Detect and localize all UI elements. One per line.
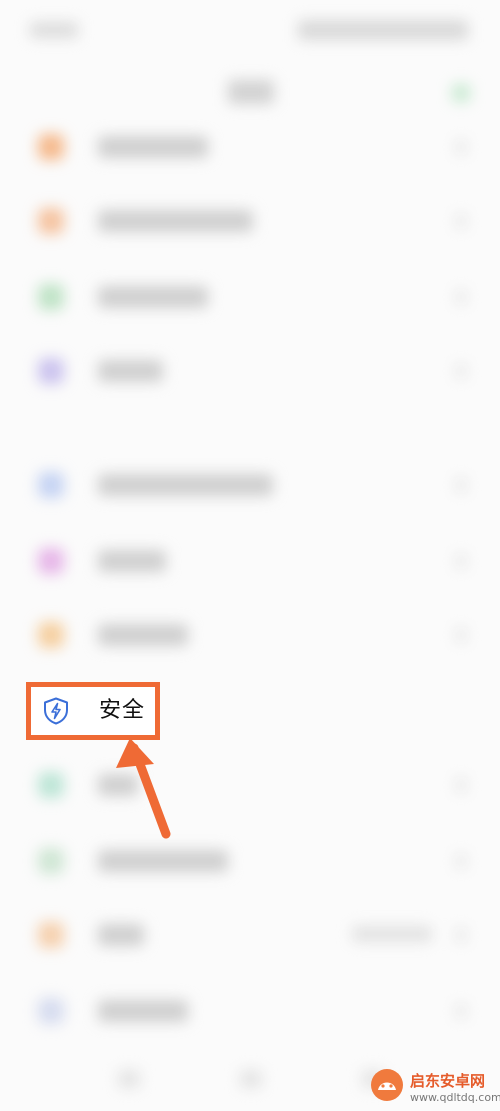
- settings-row-label: [98, 1000, 188, 1022]
- settings-row[interactable]: [0, 904, 500, 964]
- chevron-right-icon: [456, 290, 466, 304]
- settings-row-label: [98, 550, 166, 572]
- settings-row-label: [98, 286, 208, 308]
- settings-row-icon: [38, 134, 64, 160]
- watermark-title: 启东安卓网: [410, 1072, 486, 1090]
- settings-row-label: [98, 360, 163, 382]
- settings-row-label: [98, 136, 208, 158]
- status-bar-icons: [298, 20, 468, 40]
- settings-row-icon: [38, 208, 64, 234]
- settings-row-icon: [38, 472, 64, 498]
- chevron-right-icon: [456, 140, 466, 154]
- settings-row-label: [98, 474, 273, 496]
- settings-row-icon: [38, 848, 64, 874]
- settings-row-icon: [38, 358, 64, 384]
- chevron-right-icon: [456, 364, 466, 378]
- chevron-right-icon: [456, 214, 466, 228]
- settings-row[interactable]: [0, 604, 500, 664]
- settings-row[interactable]: [0, 340, 500, 400]
- chevron-right-icon: [456, 1004, 466, 1018]
- settings-row[interactable]: [0, 530, 500, 590]
- settings-row-value: [352, 926, 432, 942]
- nav-home-button[interactable]: [240, 1070, 262, 1088]
- nav-menu-button[interactable]: [118, 1070, 140, 1088]
- watermark: 启东安卓网 www.qdltdq.com: [370, 1066, 500, 1111]
- settings-row-icon: [38, 922, 64, 948]
- settings-row-label: [98, 624, 188, 646]
- security-label: 安全: [99, 698, 146, 723]
- page-title: [228, 80, 274, 104]
- settings-row-label: [98, 210, 253, 232]
- settings-row-icon: [38, 622, 64, 648]
- watermark-url: www.qdltdq.com: [410, 1091, 500, 1104]
- settings-row[interactable]: [0, 830, 500, 890]
- settings-row-label: [98, 850, 228, 872]
- chevron-right-icon: [456, 854, 466, 868]
- settings-row-label: [98, 924, 144, 946]
- watermark-logo: [371, 1069, 403, 1101]
- pointer-arrow-icon: [116, 738, 171, 839]
- settings-row[interactable]: [0, 266, 500, 326]
- settings-row[interactable]: [0, 980, 500, 1040]
- settings-row-icon: [38, 284, 64, 310]
- shield-lightning-icon: [44, 697, 68, 725]
- status-bar-time: [30, 22, 78, 38]
- settings-row-icon: [38, 772, 64, 798]
- chevron-right-icon: [456, 628, 466, 642]
- blurred-settings-background: [0, 0, 500, 1111]
- settings-row-icon: [38, 548, 64, 574]
- settings-row[interactable]: [0, 190, 500, 250]
- settings-row[interactable]: [0, 454, 500, 514]
- chevron-right-icon: [456, 478, 466, 492]
- settings-row-icon: [38, 998, 64, 1024]
- chevron-right-icon: [456, 778, 466, 792]
- settings-row[interactable]: [0, 116, 500, 176]
- settings-row[interactable]: [0, 754, 500, 814]
- chevron-right-icon: [456, 928, 466, 942]
- search-icon[interactable]: [452, 84, 470, 102]
- chevron-right-icon: [456, 554, 466, 568]
